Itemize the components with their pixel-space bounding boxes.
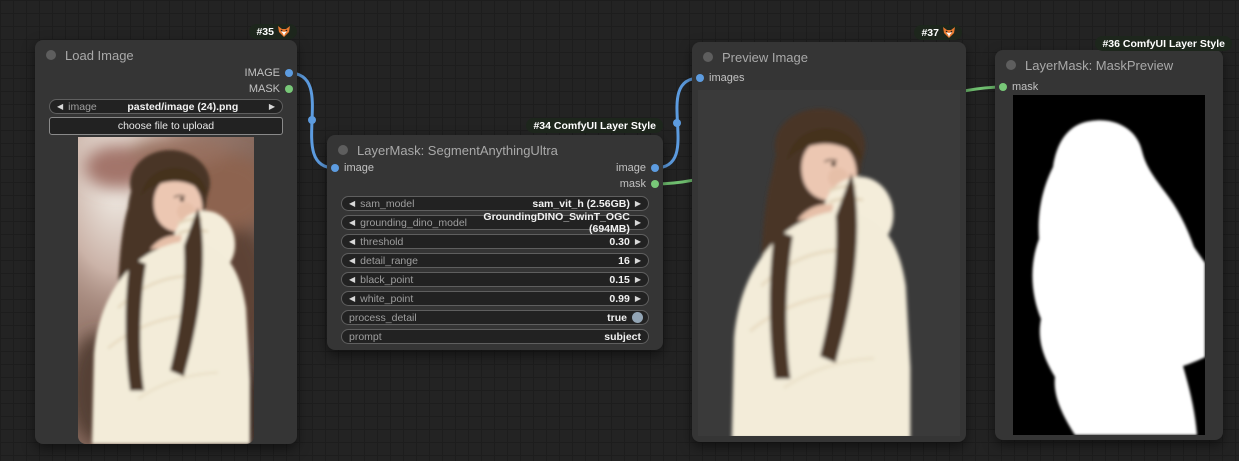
prev-arrow-icon[interactable]: ◀ xyxy=(349,272,355,287)
prev-arrow-icon[interactable]: ◀ xyxy=(349,234,355,249)
image-input-port[interactable] xyxy=(331,164,339,172)
next-arrow-icon[interactable]: ▶ xyxy=(635,253,641,268)
node-badge: #37 xyxy=(914,25,962,40)
segmented-image-preview[interactable] xyxy=(698,90,960,436)
node-preview-image[interactable]: Preview Image images xyxy=(692,42,966,442)
node-badge: #34 ComfyUI Layer Style xyxy=(526,118,663,133)
node-title: LayerMask: MaskPreview xyxy=(1025,57,1174,73)
graph-canvas[interactable]: #35 Load Image IMAGE MASK ◀ image pasted… xyxy=(0,0,1239,461)
mask-silhouette xyxy=(1013,95,1205,435)
toggle-icon[interactable] xyxy=(632,312,643,323)
photo-woman-autumn xyxy=(78,137,254,444)
node-title-bar[interactable]: LayerMask: SegmentAnythingUltra xyxy=(327,135,663,165)
node-badge: #35 xyxy=(249,24,297,39)
fox-icon xyxy=(278,26,290,37)
next-arrow-icon[interactable]: ▶ xyxy=(635,215,641,230)
input-image: image xyxy=(327,161,374,175)
output-image: image xyxy=(616,161,663,175)
mask-input-port[interactable] xyxy=(999,83,1007,91)
node-mask-preview[interactable]: LayerMask: MaskPreview mask xyxy=(995,50,1223,440)
mask-output-port[interactable] xyxy=(285,85,293,93)
input-images: images xyxy=(692,71,744,85)
widget-prompt[interactable]: prompt subject xyxy=(341,329,649,344)
input-mask: mask xyxy=(995,80,1038,94)
fox-icon xyxy=(943,27,955,38)
node-badge: #36 ComfyUI Layer Style xyxy=(1095,36,1232,51)
collapse-dot-icon[interactable] xyxy=(703,52,713,62)
loaded-image-preview[interactable] xyxy=(78,137,254,444)
prev-arrow-icon[interactable]: ◀ xyxy=(57,99,63,114)
widget-threshold[interactable]: ◀ threshold 0.30 ▶ xyxy=(341,234,649,249)
collapse-dot-icon[interactable] xyxy=(338,145,348,155)
prev-arrow-icon[interactable]: ◀ xyxy=(349,291,355,306)
next-arrow-icon[interactable]: ▶ xyxy=(269,99,275,114)
node-title: Load Image xyxy=(65,47,134,63)
next-arrow-icon[interactable]: ▶ xyxy=(635,291,641,306)
output-IMAGE: IMAGE xyxy=(245,66,297,80)
output-MASK: MASK xyxy=(249,82,297,96)
image-output-port[interactable] xyxy=(285,69,293,77)
image-input-port[interactable] xyxy=(696,74,704,82)
node-segment-anything-ultra[interactable]: LayerMask: SegmentAnythingUltra image im… xyxy=(327,135,663,350)
prev-arrow-icon[interactable]: ◀ xyxy=(349,196,355,211)
mask-output-port[interactable] xyxy=(651,180,659,188)
widget-sam-model[interactable]: ◀ sam_model sam_vit_h (2.56GB) ▶ xyxy=(341,196,649,211)
link-midpoint-dot xyxy=(673,119,681,127)
image-output-port[interactable] xyxy=(651,164,659,172)
next-arrow-icon[interactable]: ▶ xyxy=(635,272,641,287)
link-midpoint-dot xyxy=(308,116,316,124)
node-title-bar[interactable]: LayerMask: MaskPreview xyxy=(995,50,1223,80)
node-title: Preview Image xyxy=(722,49,808,65)
widget-image-combo[interactable]: ◀ image pasted/image (24).png ▶ xyxy=(49,99,283,114)
prev-arrow-icon[interactable]: ◀ xyxy=(349,253,355,268)
node-load-image[interactable]: Load Image IMAGE MASK ◀ image pasted/ima… xyxy=(35,40,297,444)
widget-detail-range[interactable]: ◀ detail_range 16 ▶ xyxy=(341,253,649,268)
next-arrow-icon[interactable]: ▶ xyxy=(635,234,641,249)
output-mask: mask xyxy=(620,177,663,191)
node-title-bar[interactable]: Preview Image xyxy=(692,42,966,72)
widget-process-detail[interactable]: process_detail true xyxy=(341,310,649,325)
prev-arrow-icon[interactable]: ◀ xyxy=(349,215,355,230)
node-title: LayerMask: SegmentAnythingUltra xyxy=(357,142,558,158)
widget-grounding-dino-model[interactable]: ◀ grounding_dino_model GroundingDINO_Swi… xyxy=(341,211,649,235)
choose-file-button[interactable]: choose file to upload xyxy=(49,117,283,135)
next-arrow-icon[interactable]: ▶ xyxy=(635,196,641,211)
collapse-dot-icon[interactable] xyxy=(46,50,56,60)
mask-image-preview[interactable] xyxy=(1013,95,1205,435)
collapse-dot-icon[interactable] xyxy=(1006,60,1016,70)
photo-woman-segmented xyxy=(698,90,960,436)
widget-black-point[interactable]: ◀ black_point 0.15 ▶ xyxy=(341,272,649,287)
widget-white-point[interactable]: ◀ white_point 0.99 ▶ xyxy=(341,291,649,306)
